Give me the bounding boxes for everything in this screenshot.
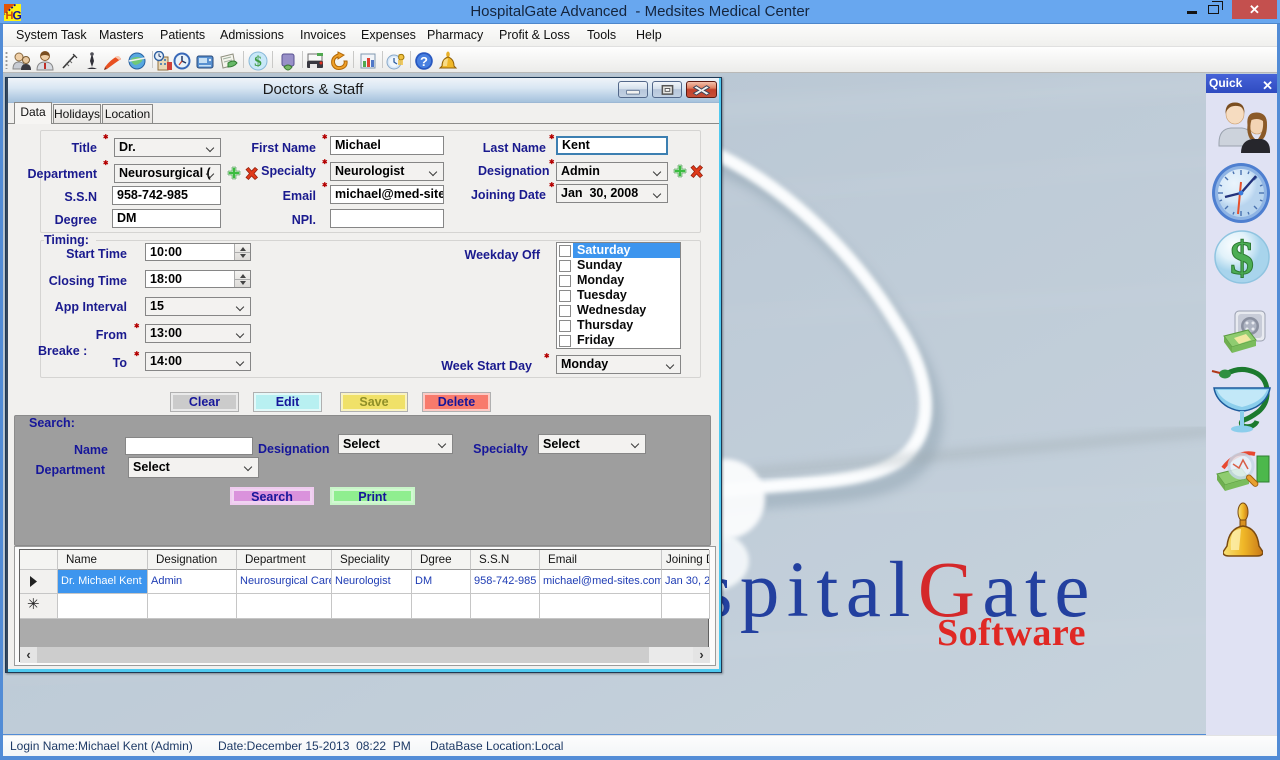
- svg-text:?: ?: [420, 54, 428, 69]
- svg-text:Software: Software: [937, 612, 1086, 654]
- svg-text:$: $: [1230, 232, 1254, 284]
- svg-text:$: $: [254, 54, 262, 70]
- svg-text:G: G: [13, 9, 22, 22]
